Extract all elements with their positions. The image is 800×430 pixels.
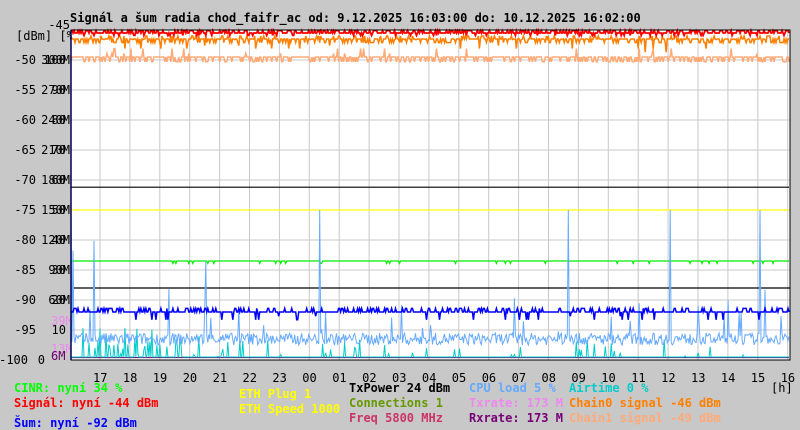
x-tick-label: 20 xyxy=(182,371,198,385)
legend-cpu: CPU load 5 % xyxy=(469,381,556,395)
legend-noise: Šum: nyní -92 dBm xyxy=(14,416,137,430)
x-axis-unit-label: [h] xyxy=(771,381,793,395)
x-tick-label: 21 xyxy=(212,371,228,385)
legend-cinr: CINR: nyní 34 % xyxy=(14,381,123,395)
x-tick-label: 12 xyxy=(661,371,676,385)
legend-signal: Signál: nyní -44 dBm xyxy=(14,396,159,410)
legend-connections: Connections 1 xyxy=(349,396,443,410)
x-tick-label: 19 xyxy=(152,371,168,385)
x-tick-label: 00 xyxy=(302,371,317,385)
legend-eth-plug: ETH Plug 1 xyxy=(239,387,312,401)
legend-txpower: TxPower 24 dBm xyxy=(349,381,451,395)
x-tick-label: 23 xyxy=(272,371,287,385)
legend-freq: Freq 5800 MHz xyxy=(349,411,443,425)
legend-rxrate: Rxrate: 173 M xyxy=(469,411,563,425)
x-tick-label: 22 xyxy=(242,371,257,385)
x-tick-label: 01 xyxy=(332,371,347,385)
x-tick-label: 05 xyxy=(451,371,467,385)
x-tick-label: 18 xyxy=(122,371,138,385)
legend-txrate: Txrate: 173 M xyxy=(469,396,563,410)
legend-eth-speed: ETH Speed 1000 xyxy=(239,402,341,416)
legend-chain1: Chain1 signal -49 dBm xyxy=(569,411,721,425)
plot-area xyxy=(70,27,791,361)
legend-chain0: Chain0 signal -46 dBm xyxy=(569,396,721,410)
chart-container: Signál a šum radia chod_faifr_ac od: 9.1… xyxy=(0,0,800,430)
legend-airtime: Airtime 0 % xyxy=(569,381,649,395)
x-tick-label: 13 xyxy=(691,371,706,385)
x-tick-label: 15 xyxy=(750,371,766,385)
x-tick-label: 14 xyxy=(720,371,736,385)
